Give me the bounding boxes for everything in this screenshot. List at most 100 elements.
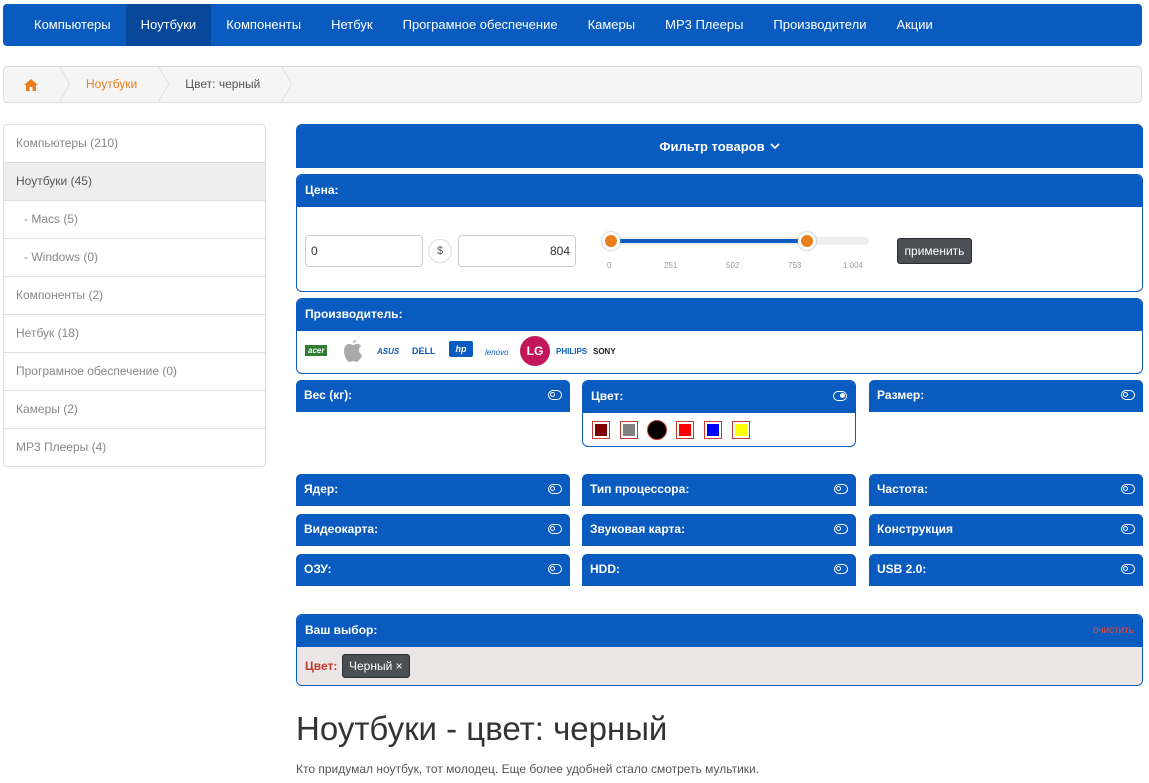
sidebar-item-cameras[interactable]: Камеры (2) [4, 390, 265, 428]
construction-filter-header[interactable]: Конструкция [869, 514, 1143, 546]
selected-color-tag[interactable]: Черный × [342, 654, 410, 678]
brand-hp[interactable]: hp [449, 341, 473, 357]
hdd-filter-header[interactable]: HDD: [582, 554, 856, 586]
manufacturer-filter-header: Производитель: [297, 299, 1142, 331]
usb-filter-header[interactable]: USB 2.0: [869, 554, 1143, 586]
brand-acer[interactable]: acer [305, 345, 328, 356]
selection-body: Цвет: Черный × [297, 647, 1142, 685]
price-tick: 502 [726, 261, 740, 270]
selection-header: Ваш выбор: очистить [297, 615, 1142, 647]
toggle-icon[interactable] [834, 484, 848, 494]
nav-item-software[interactable]: Програмное обеспечение [388, 4, 573, 46]
color-filter-header[interactable]: Цвет: [583, 381, 855, 413]
price-tick: 753 [788, 261, 802, 270]
color-filter: Цвет: [582, 380, 856, 447]
toggle-icon[interactable] [833, 391, 847, 401]
breadcrumb: Ноутбуки Цвет: черный [3, 66, 1142, 103]
toggle-icon[interactable] [834, 524, 848, 534]
price-max-input[interactable]: 804 [458, 235, 576, 267]
toggle-icon[interactable] [1121, 484, 1135, 494]
weight-label: Вес (кг): [304, 388, 353, 402]
frequency-filter-header[interactable]: Частота: [869, 474, 1143, 506]
ram-label: ОЗУ: [304, 562, 332, 576]
cpu-type-label: Тип процессора: [590, 482, 690, 496]
price-tick: 251 [664, 261, 678, 270]
cpu-type-filter-header[interactable]: Тип процессора: [582, 474, 856, 506]
nav-item-promos[interactable]: Акции [881, 4, 947, 46]
color-swatch-yellow[interactable] [732, 421, 750, 439]
ram-filter-header[interactable]: ОЗУ: [296, 554, 570, 586]
sidebar-item-windows[interactable]: - Windows (0) [4, 238, 265, 276]
nav-item-netbook[interactable]: Нетбук [316, 4, 388, 46]
dollar-icon: $ [428, 239, 452, 263]
video-filter: Видеокарта: [296, 514, 570, 548]
manufacturer-label: Производитель: [305, 307, 403, 321]
apply-price-button[interactable]: применить [897, 238, 972, 264]
toggle-icon[interactable] [548, 524, 562, 534]
size-filter-header[interactable]: Размер: [869, 380, 1143, 412]
brand-asus[interactable]: ASUS [377, 347, 399, 356]
video-filter-header[interactable]: Видеокарта: [296, 514, 570, 546]
toggle-icon[interactable] [548, 390, 562, 400]
ram-filter: ОЗУ: [296, 554, 570, 588]
price-filter: Цена: 0 $ 804 0 251 502 753 1 004 примен… [296, 174, 1143, 292]
toggle-icon[interactable] [1121, 564, 1135, 574]
price-slider-min-handle[interactable] [602, 232, 620, 250]
selection-label: Ваш выбор: [305, 623, 378, 637]
price-min-input[interactable]: 0 [305, 235, 423, 267]
frequency-label: Частота: [877, 482, 929, 496]
nav-item-manufacturers[interactable]: Производители [758, 4, 881, 46]
color-swatch-gray[interactable] [620, 421, 638, 439]
hdd-filter: HDD: [582, 554, 856, 588]
brand-lenovo[interactable]: lenovo [485, 348, 509, 357]
swatch-fill [679, 424, 691, 436]
brand-sony[interactable]: SONY [593, 347, 616, 356]
breadcrumb-home[interactable] [4, 66, 70, 102]
color-label: Цвет: [591, 389, 624, 403]
color-swatch-blue[interactable] [704, 421, 722, 439]
page-description: Кто придумал ноутбук, тот молодец. Еще б… [296, 762, 760, 776]
color-swatch-black[interactable] [647, 420, 667, 440]
price-filter-header: Цена: [297, 175, 1142, 207]
brand-dell[interactable]: DELL [412, 346, 436, 356]
breadcrumb-current: Цвет: черный [159, 66, 293, 102]
filter-title: Фильтр товаров [659, 138, 765, 154]
sidebar-item-components[interactable]: Компоненты (2) [4, 276, 265, 314]
nav-item-mp3[interactable]: MP3 Плееры [650, 4, 758, 46]
toggle-icon[interactable] [1121, 390, 1135, 400]
filter-toggle-button[interactable]: Фильтр товаров [296, 124, 1143, 168]
cores-filter-header[interactable]: Ядер: [296, 474, 570, 506]
brand-philips[interactable]: PHILIPS [556, 347, 587, 356]
weight-filter-header[interactable]: Вес (кг): [296, 380, 570, 412]
toggle-icon[interactable] [834, 564, 848, 574]
price-slider-max-handle[interactable] [798, 232, 816, 250]
manufacturer-filter: Производитель: acer ASUS DELL hp lenovo … [296, 298, 1143, 374]
toggle-icon[interactable] [1121, 524, 1135, 534]
price-label: Цена: [305, 183, 339, 197]
category-sidebar: Компьютеры (210) Ноутбуки (45) - Macs (5… [3, 124, 266, 467]
page-title: Ноутбуки - цвет: черный [296, 710, 668, 747]
sound-filter-header[interactable]: Звуковая карта: [582, 514, 856, 546]
toggle-icon[interactable] [548, 484, 562, 494]
sidebar-item-software[interactable]: Програмное обеспечение (0) [4, 352, 265, 390]
color-swatch-maroon[interactable] [592, 421, 610, 439]
sidebar-item-mp3[interactable]: MP3 Плееры (4) [4, 428, 265, 466]
size-filter: Размер: [869, 380, 1143, 414]
brand-lg[interactable]: LG [520, 336, 550, 366]
sidebar-item-computers[interactable]: Компьютеры (210) [4, 125, 265, 162]
nav-item-laptops[interactable]: Ноутбуки [125, 4, 212, 46]
apple-logo-icon[interactable] [343, 339, 363, 363]
nav-item-computers[interactable]: Компьютеры [3, 4, 126, 46]
sidebar-item-laptops[interactable]: Ноутбуки (45) [4, 162, 265, 200]
toggle-icon[interactable] [548, 564, 562, 574]
color-swatch-red[interactable] [676, 421, 694, 439]
nav-item-cameras[interactable]: Камеры [573, 4, 651, 46]
clear-selection-link[interactable]: очистить [1093, 616, 1134, 646]
video-label: Видеокарта: [304, 522, 379, 536]
sidebar-item-netbook[interactable]: Нетбук (18) [4, 314, 265, 352]
swatch-fill [623, 424, 635, 436]
sidebar-item-macs[interactable]: - Macs (5) [4, 200, 265, 238]
nav-item-components[interactable]: Компоненты [211, 4, 316, 46]
construction-label: Конструкция [877, 522, 954, 536]
breadcrumb-laptops[interactable]: Ноутбуки [60, 66, 170, 102]
